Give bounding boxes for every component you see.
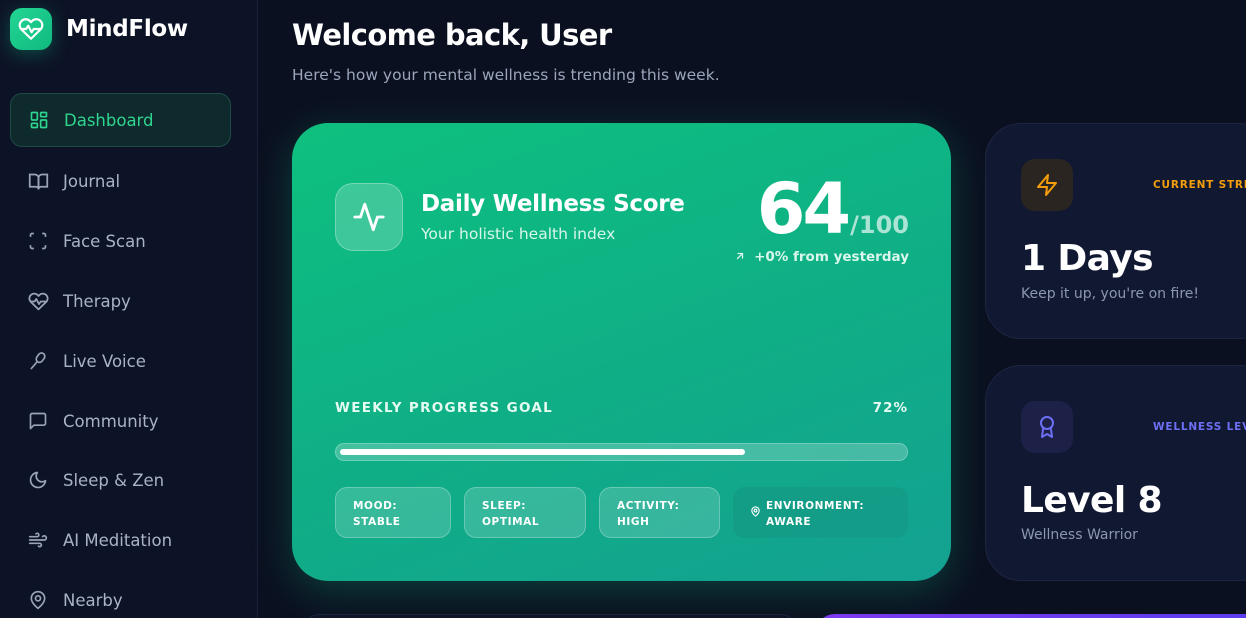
sidebar-item-journal[interactable]: Journal xyxy=(10,154,231,208)
wind-icon xyxy=(27,529,49,551)
sidebar-item-sleep-zen[interactable]: Sleep & Zen xyxy=(10,453,231,507)
level-tag: WELLNESS LEVEL xyxy=(1153,421,1246,433)
goal-progress-bar xyxy=(335,443,908,461)
level-caption: Wellness Warrior xyxy=(1021,527,1138,543)
next-card-right xyxy=(815,614,1246,618)
map-pin-icon xyxy=(27,589,49,611)
brand[interactable]: MindFlow xyxy=(10,8,188,50)
environment-chip[interactable]: ENVIRONMENT: AWARE xyxy=(733,487,908,538)
arrow-up-right-icon xyxy=(734,250,746,265)
moon-icon xyxy=(27,469,49,491)
award-icon xyxy=(1021,401,1073,453)
sidebar-item-face-scan[interactable]: Face Scan xyxy=(10,214,231,268)
level-value: Level 8 xyxy=(1021,480,1163,521)
streak-tag: CURRENT STREAK xyxy=(1153,179,1246,191)
sidebar-item-live-voice[interactable]: Live Voice xyxy=(10,334,231,388)
streak-value: 1 Days xyxy=(1021,238,1154,279)
score-delta-text: +0% from yesterday xyxy=(754,249,909,265)
sleep-chip[interactable]: SLEEP: OPTIMAL xyxy=(464,487,586,538)
page-subtitle: Here's how your mental wellness is trend… xyxy=(292,66,720,84)
map-pin-icon xyxy=(750,506,761,522)
activity-icon xyxy=(335,183,403,251)
score-display: 64/100 xyxy=(757,171,909,247)
book-icon xyxy=(27,170,49,192)
sidebar-item-label: Live Voice xyxy=(63,351,146,371)
score-value: 64 xyxy=(756,168,851,250)
sidebar-item-label: AI Meditation xyxy=(63,530,173,550)
sidebar-item-label: Therapy xyxy=(63,291,131,311)
sidebar-item-label: Sleep & Zen xyxy=(63,470,165,490)
score-max: /100 xyxy=(850,211,909,239)
activity-chip[interactable]: ACTIVITY: HIGH xyxy=(599,487,720,538)
scan-icon xyxy=(27,230,49,252)
chip-label: ENVIRONMENT: xyxy=(766,500,865,512)
next-card-left xyxy=(300,614,800,618)
sidebar-item-label: Journal xyxy=(63,171,121,191)
page-title: Welcome back, User xyxy=(292,18,612,52)
chip-label: SLEEP: xyxy=(482,500,527,512)
lightning-icon xyxy=(1021,159,1073,211)
mic-icon xyxy=(27,350,49,372)
wellness-score-card: Daily Wellness Score Your holistic healt… xyxy=(292,123,951,581)
wellness-title: Daily Wellness Score xyxy=(421,191,685,217)
sidebar-item-label: Community xyxy=(63,411,159,431)
score-delta: +0% from yesterday xyxy=(734,249,909,265)
sidebar-item-dashboard[interactable]: Dashboard xyxy=(10,93,231,147)
wellness-subtitle: Your holistic health index xyxy=(421,225,616,243)
sidebar-item-nearby[interactable]: Nearby xyxy=(10,573,231,618)
sidebar-item-therapy[interactable]: Therapy xyxy=(10,274,231,328)
heart-pulse-icon xyxy=(10,8,52,50)
streak-card: CURRENT STREAK 1 Days Keep it up, you're… xyxy=(985,123,1246,339)
chip-label: MOOD: xyxy=(353,500,398,512)
chip-value: OPTIMAL xyxy=(482,516,540,528)
grid-icon xyxy=(28,109,50,131)
goal-label: WEEKLY PROGRESS GOAL xyxy=(335,400,554,416)
sidebar-item-community[interactable]: Community xyxy=(10,394,231,448)
sidebar-item-label: Dashboard xyxy=(64,110,154,130)
sidebar: MindFlow Dashboard Journal Face Scan The… xyxy=(0,0,258,618)
chip-label: ACTIVITY: xyxy=(617,500,680,512)
chip-value: AWARE xyxy=(766,516,812,528)
heart-pulse-icon xyxy=(27,290,49,312)
goal-progress-fill xyxy=(340,449,745,455)
chat-icon xyxy=(27,410,49,432)
level-card: WELLNESS LEVEL Level 8 Wellness Warrior xyxy=(985,365,1246,581)
chip-value: STABLE xyxy=(353,516,401,528)
sidebar-item-ai-meditation[interactable]: AI Meditation xyxy=(10,513,231,567)
goal-percent: 72% xyxy=(872,400,908,416)
streak-caption: Keep it up, you're on fire! xyxy=(1021,286,1200,302)
mood-chip[interactable]: MOOD: STABLE xyxy=(335,487,451,538)
brand-name: MindFlow xyxy=(66,16,188,42)
sidebar-item-label: Nearby xyxy=(63,590,123,610)
sidebar-item-label: Face Scan xyxy=(63,231,146,251)
chip-value: HIGH xyxy=(617,516,650,528)
